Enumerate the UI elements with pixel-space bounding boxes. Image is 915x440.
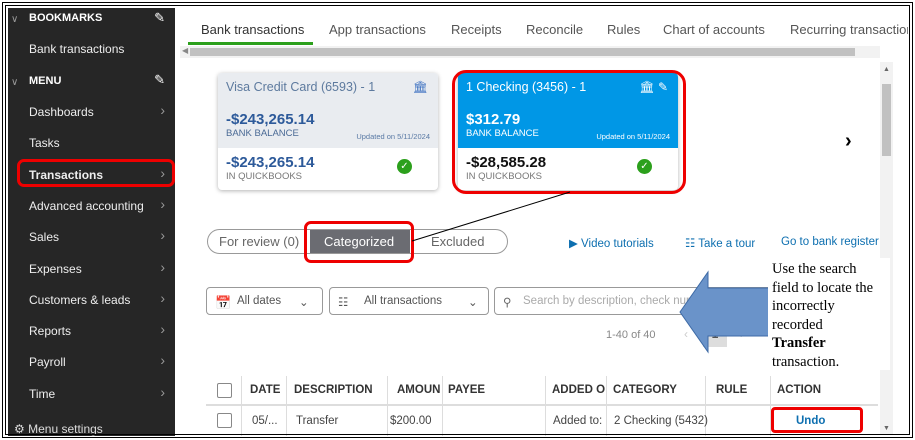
arrow-pointer: [679, 270, 773, 354]
callout-bold: Transfer: [772, 335, 826, 351]
callout-text: Use the search field to locate the incor…: [772, 261, 874, 333]
instruction-callout: Use the search field to locate the incor…: [768, 258, 890, 370]
callout-text-end: transaction.: [772, 353, 840, 370]
